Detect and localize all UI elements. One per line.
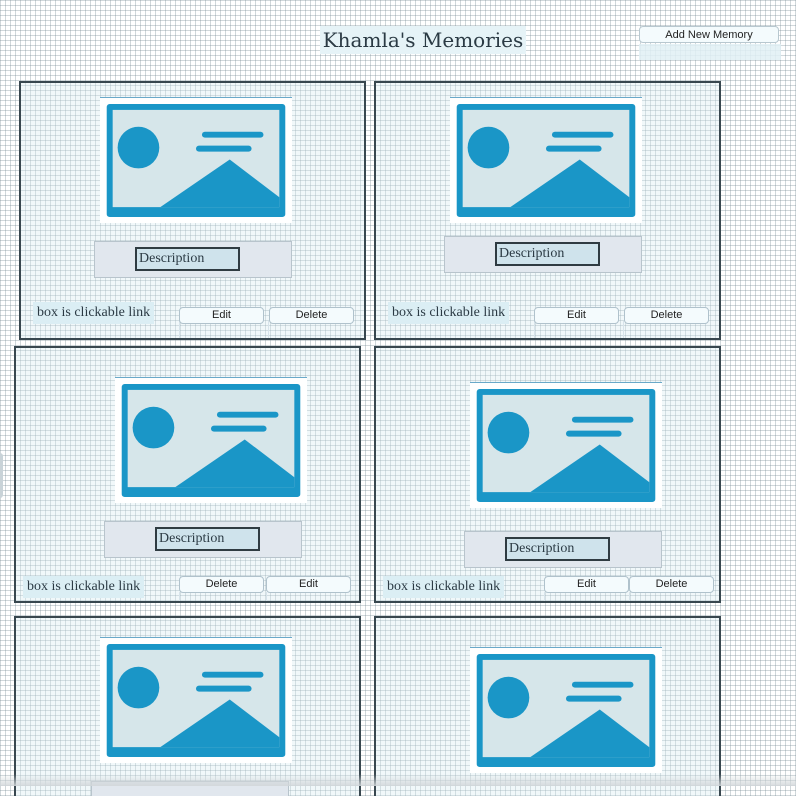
button-divider bbox=[623, 321, 624, 338]
memory-card[interactable]: Description box is clickable link Delete… bbox=[14, 346, 361, 603]
memory-card[interactable] bbox=[374, 616, 721, 796]
clickable-link-label: box is clickable link bbox=[33, 302, 155, 324]
memory-card[interactable] bbox=[14, 616, 361, 796]
button-divider bbox=[629, 592, 630, 601]
clickable-link-label: box is clickable link bbox=[23, 576, 145, 598]
add-memory-shadow bbox=[639, 44, 781, 60]
clickable-link-label: box is clickable link bbox=[383, 576, 505, 598]
delete-button[interactable]: Delete bbox=[629, 576, 714, 593]
edit-button[interactable]: Edit bbox=[544, 576, 629, 593]
bottom-edge bbox=[0, 774, 796, 786]
image-placeholder-icon bbox=[100, 97, 292, 223]
delete-button[interactable]: Delete bbox=[624, 307, 709, 324]
description-box: Description bbox=[495, 242, 600, 266]
button-divider bbox=[179, 592, 180, 601]
image-placeholder-icon bbox=[115, 377, 307, 503]
button-divider bbox=[266, 592, 267, 601]
description-box: Description bbox=[505, 537, 610, 561]
delete-button[interactable]: Delete bbox=[179, 576, 264, 593]
button-divider bbox=[534, 321, 535, 338]
button-divider bbox=[179, 321, 180, 338]
clickable-link-label: box is clickable link bbox=[388, 302, 510, 324]
side-handle[interactable] bbox=[0, 453, 3, 498]
image-placeholder-icon bbox=[100, 637, 292, 763]
description-box: Description bbox=[135, 247, 240, 271]
edit-button[interactable]: Edit bbox=[179, 307, 264, 324]
image-placeholder-icon bbox=[450, 97, 642, 223]
memory-card[interactable]: Description box is clickable link Edit D… bbox=[374, 346, 721, 603]
page-title: Khamla's Memories bbox=[320, 26, 526, 54]
button-divider bbox=[268, 321, 269, 338]
memory-card[interactable]: Description box is clickable link Edit D… bbox=[374, 81, 721, 340]
image-placeholder-icon bbox=[470, 382, 662, 508]
edit-button[interactable]: Edit bbox=[266, 576, 351, 593]
image-placeholder-icon bbox=[470, 647, 662, 773]
button-divider bbox=[544, 592, 545, 601]
delete-button[interactable]: Delete bbox=[269, 307, 354, 324]
memory-card[interactable]: Description box is clickable link Edit D… bbox=[19, 81, 366, 340]
edit-button[interactable]: Edit bbox=[534, 307, 619, 324]
add-new-memory-button[interactable]: Add New Memory bbox=[639, 26, 779, 43]
description-box: Description bbox=[155, 527, 260, 551]
